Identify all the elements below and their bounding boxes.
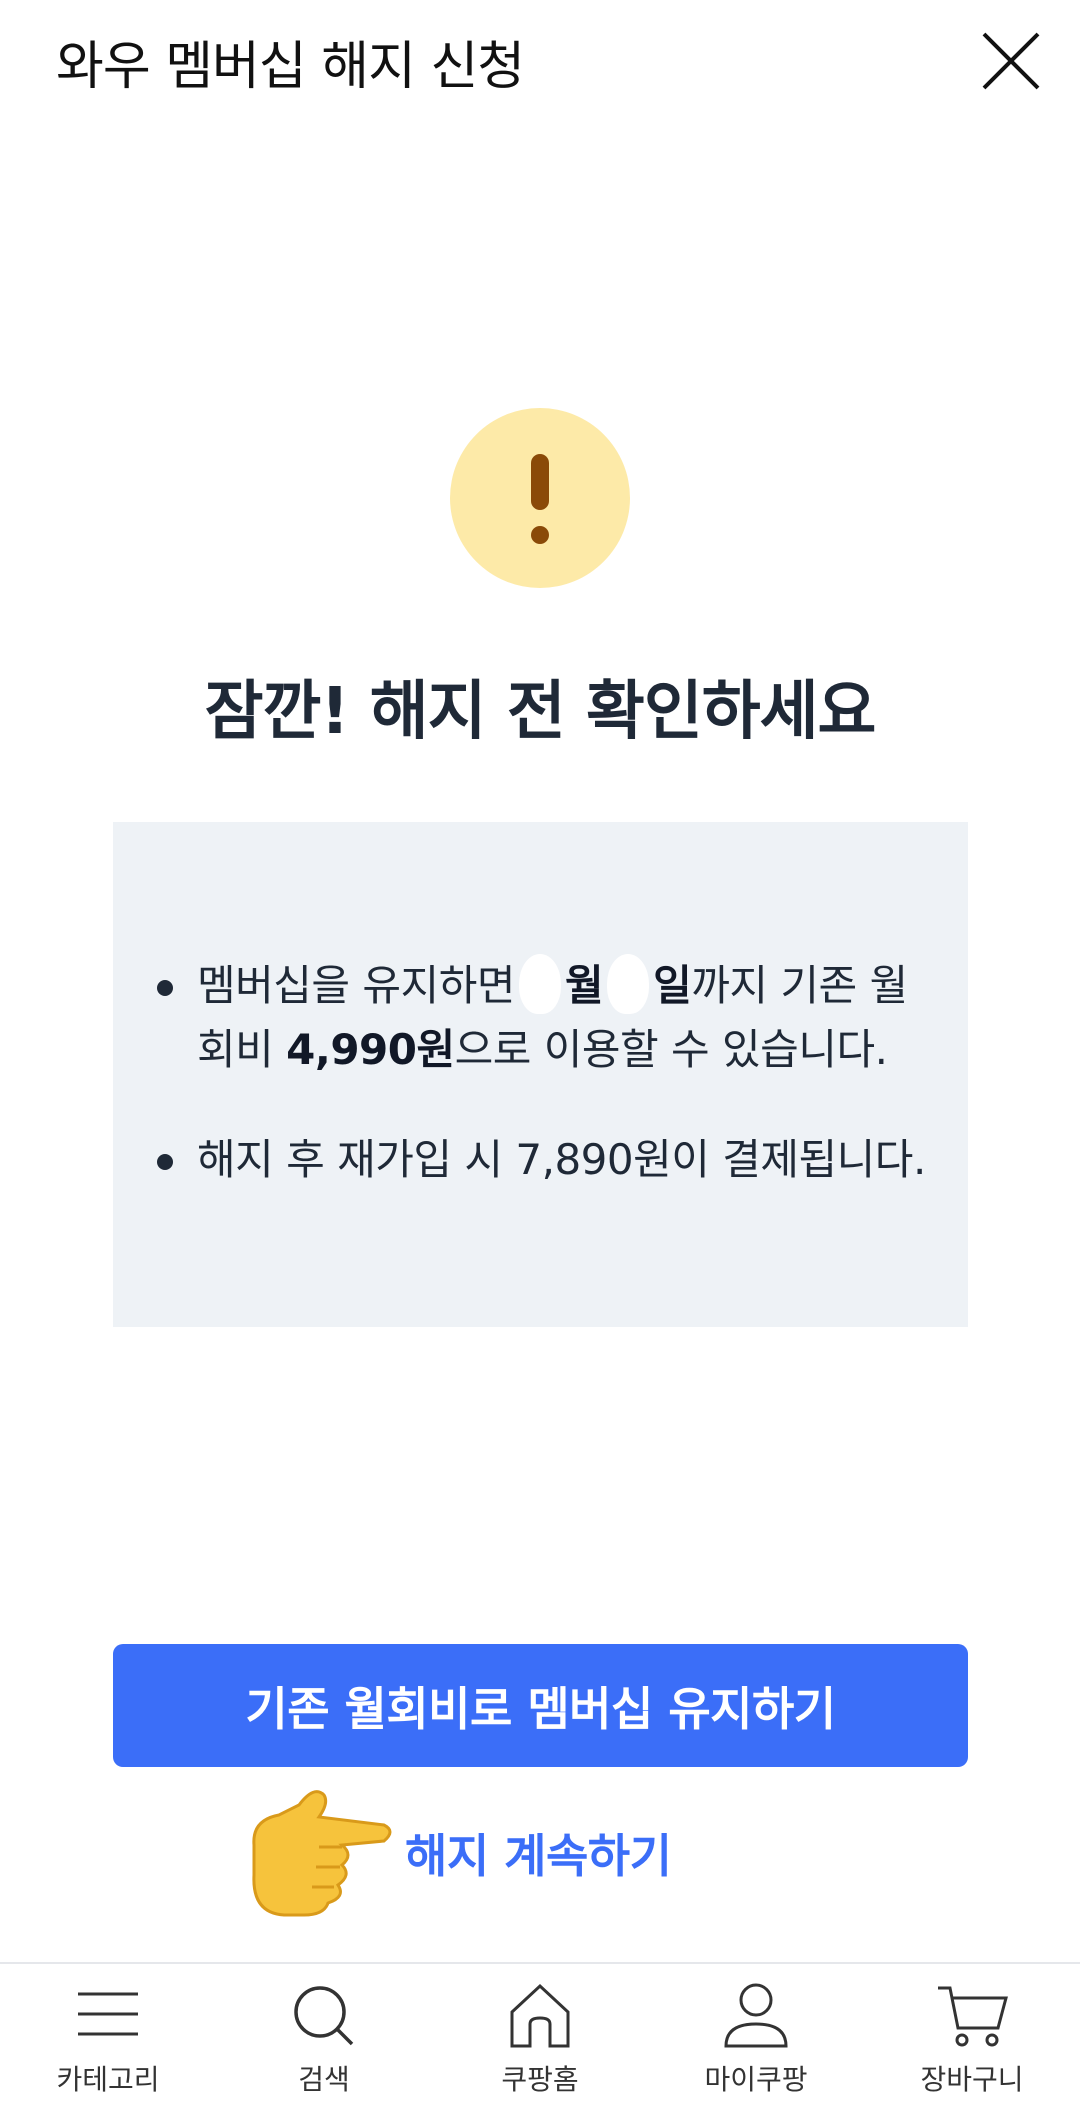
page-title: 와우 멤버십 해지 신청 (56, 37, 525, 97)
nav-label: 마이쿠팡 (704, 2063, 808, 2096)
nav-item-my[interactable]: 마이쿠팡 (648, 1964, 864, 2102)
nav-label: 장바구니 (920, 2063, 1024, 2096)
nav-item-category[interactable]: 카테고리 (0, 1964, 216, 2102)
nav-item-cart[interactable]: 장바구니 (864, 1964, 1080, 2102)
pointing-hand-icon (252, 1790, 392, 1917)
bottom-nav: 카테고리 검색 쿠팡홈 마이쿠팡 장바구니 (0, 1962, 1080, 2102)
nav-label: 쿠팡홈 (501, 2063, 579, 2096)
keep-membership-button[interactable]: 기존 월회비로 멤버십 유지하기 (113, 1644, 968, 1767)
search-icon (294, 1986, 354, 2046)
redacted-blob (518, 954, 561, 1014)
continue-cancel-link[interactable]: 해지 계속하기 (405, 1820, 672, 1886)
info-box: 멤버십을 유지하면 월 일까지 기존 월회비 4,990원으로 이용할 수 있습니다… (113, 822, 968, 1327)
nav-label: 카테고리 (56, 2063, 160, 2096)
nav-item-search[interactable]: 검색 (216, 1964, 432, 2102)
bullet-icon (157, 980, 173, 996)
info-text: 해지 후 재가입 시 7,890원이 결제됩니다. (197, 1135, 926, 1184)
redacted-blob (607, 954, 650, 1014)
cart-icon (938, 1986, 1008, 2047)
home-icon (510, 1983, 570, 2048)
user-icon (724, 1983, 788, 2048)
close-icon (982, 32, 1040, 90)
alert-circle (450, 408, 630, 588)
close-button[interactable] (976, 26, 1046, 96)
bullet-icon (157, 1154, 173, 1170)
nav-label: 검색 (298, 2063, 350, 2096)
menu-icon (78, 1992, 138, 2036)
info-text: 멤버십을 유지하면 월 일까지 기존 월회비 4,990원으로 이용할 수 있습니다… (197, 954, 937, 1082)
nav-item-home[interactable]: 쿠팡홈 (432, 1964, 648, 2102)
warning-heading: 잠깐! 해지 전 확인하세요 (204, 675, 877, 749)
header: 와우 멤버십 해지 신청 (0, 0, 1080, 120)
